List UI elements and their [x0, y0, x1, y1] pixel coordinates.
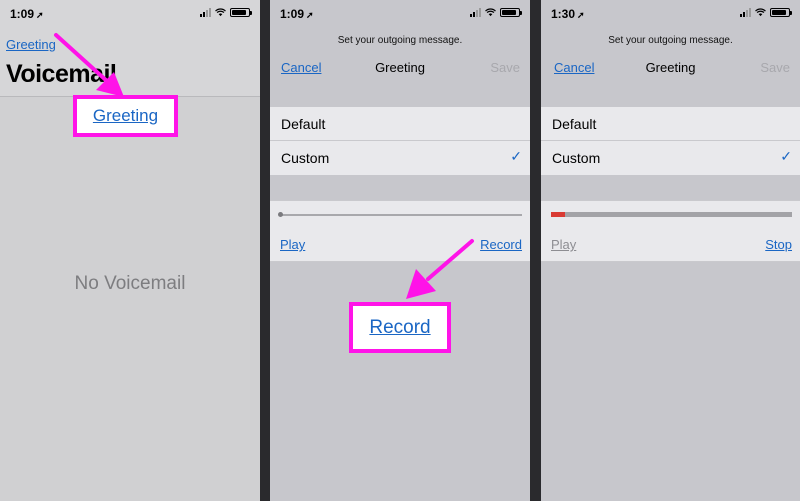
nav-bar: Cancel Greeting Save	[541, 53, 800, 83]
voicemail-header: 1:09 ➚ Greeting Voicemail	[0, 0, 260, 97]
status-time: 1:09	[280, 7, 305, 21]
empty-state-message: No Voicemail	[74, 273, 186, 294]
battery-icon	[500, 8, 522, 17]
wifi-icon	[215, 8, 226, 17]
status-bar: 1:30 ➚	[541, 0, 800, 26]
play-button[interactable]: Play	[551, 237, 576, 252]
option-label: Default	[552, 116, 597, 132]
save-button[interactable]: Save	[760, 60, 790, 75]
cellular-signal-icon	[200, 8, 211, 17]
option-label: Default	[281, 116, 326, 132]
save-button[interactable]: Save	[490, 60, 520, 75]
recorder-controls: Play Stop	[541, 200, 800, 262]
record-button[interactable]: Record	[480, 237, 522, 252]
status-time: 1:09	[10, 7, 35, 21]
scrubber-knob[interactable]	[278, 212, 283, 217]
stop-button[interactable]: Stop	[765, 237, 792, 252]
play-button[interactable]: Play	[280, 237, 305, 252]
wifi-icon	[485, 8, 496, 17]
battery-icon	[770, 8, 792, 17]
location-arrow-icon: ➚	[577, 10, 585, 20]
location-arrow-icon: ➚	[36, 10, 44, 20]
greeting-options: Default Custom ✓	[270, 107, 530, 175]
option-custom[interactable]: Custom ✓	[541, 141, 800, 175]
wifi-icon	[755, 8, 766, 17]
status-bar: 1:09 ➚	[270, 0, 530, 26]
option-default[interactable]: Default	[541, 107, 800, 141]
option-label: Custom	[281, 150, 330, 166]
instruction-text: Set your outgoing message.	[608, 35, 733, 46]
greeting-highlight-label[interactable]: Greeting	[93, 106, 158, 125]
option-label: Custom	[552, 150, 601, 166]
checkmark-icon: ✓	[780, 148, 792, 164]
recording-progress-bar	[551, 212, 792, 217]
location-arrow-icon: ➚	[306, 10, 314, 20]
status-time: 1:30	[551, 7, 576, 21]
cellular-signal-icon	[740, 8, 751, 17]
instruction-text: Set your outgoing message.	[337, 35, 463, 46]
checkmark-icon: ✓	[510, 148, 522, 164]
greeting-link[interactable]: Greeting	[6, 37, 56, 52]
voicemail-screen: 1:09 ➚ Greeting Voicemail No Voicemail	[0, 0, 260, 501]
cellular-signal-icon	[470, 8, 481, 17]
battery-icon	[230, 8, 252, 17]
recording-progress-fill	[551, 212, 566, 217]
annotation-arrow-1	[54, 33, 124, 97]
status-bar: 1:09 ➚	[0, 0, 260, 26]
annotation-arrow-2	[406, 239, 474, 299]
option-custom[interactable]: Custom ✓	[270, 141, 530, 175]
greeting-screen-recording: 1:30 ➚ Set your outgoing message. Cancel …	[541, 0, 800, 501]
record-highlight-label[interactable]: Record	[369, 317, 430, 338]
greeting-options: Default Custom ✓	[541, 107, 800, 175]
playback-scrubber[interactable]	[278, 212, 522, 217]
nav-bar: Cancel Greeting Save	[270, 53, 530, 83]
option-default[interactable]: Default	[270, 107, 530, 141]
record-highlight-box: Record	[349, 302, 451, 353]
